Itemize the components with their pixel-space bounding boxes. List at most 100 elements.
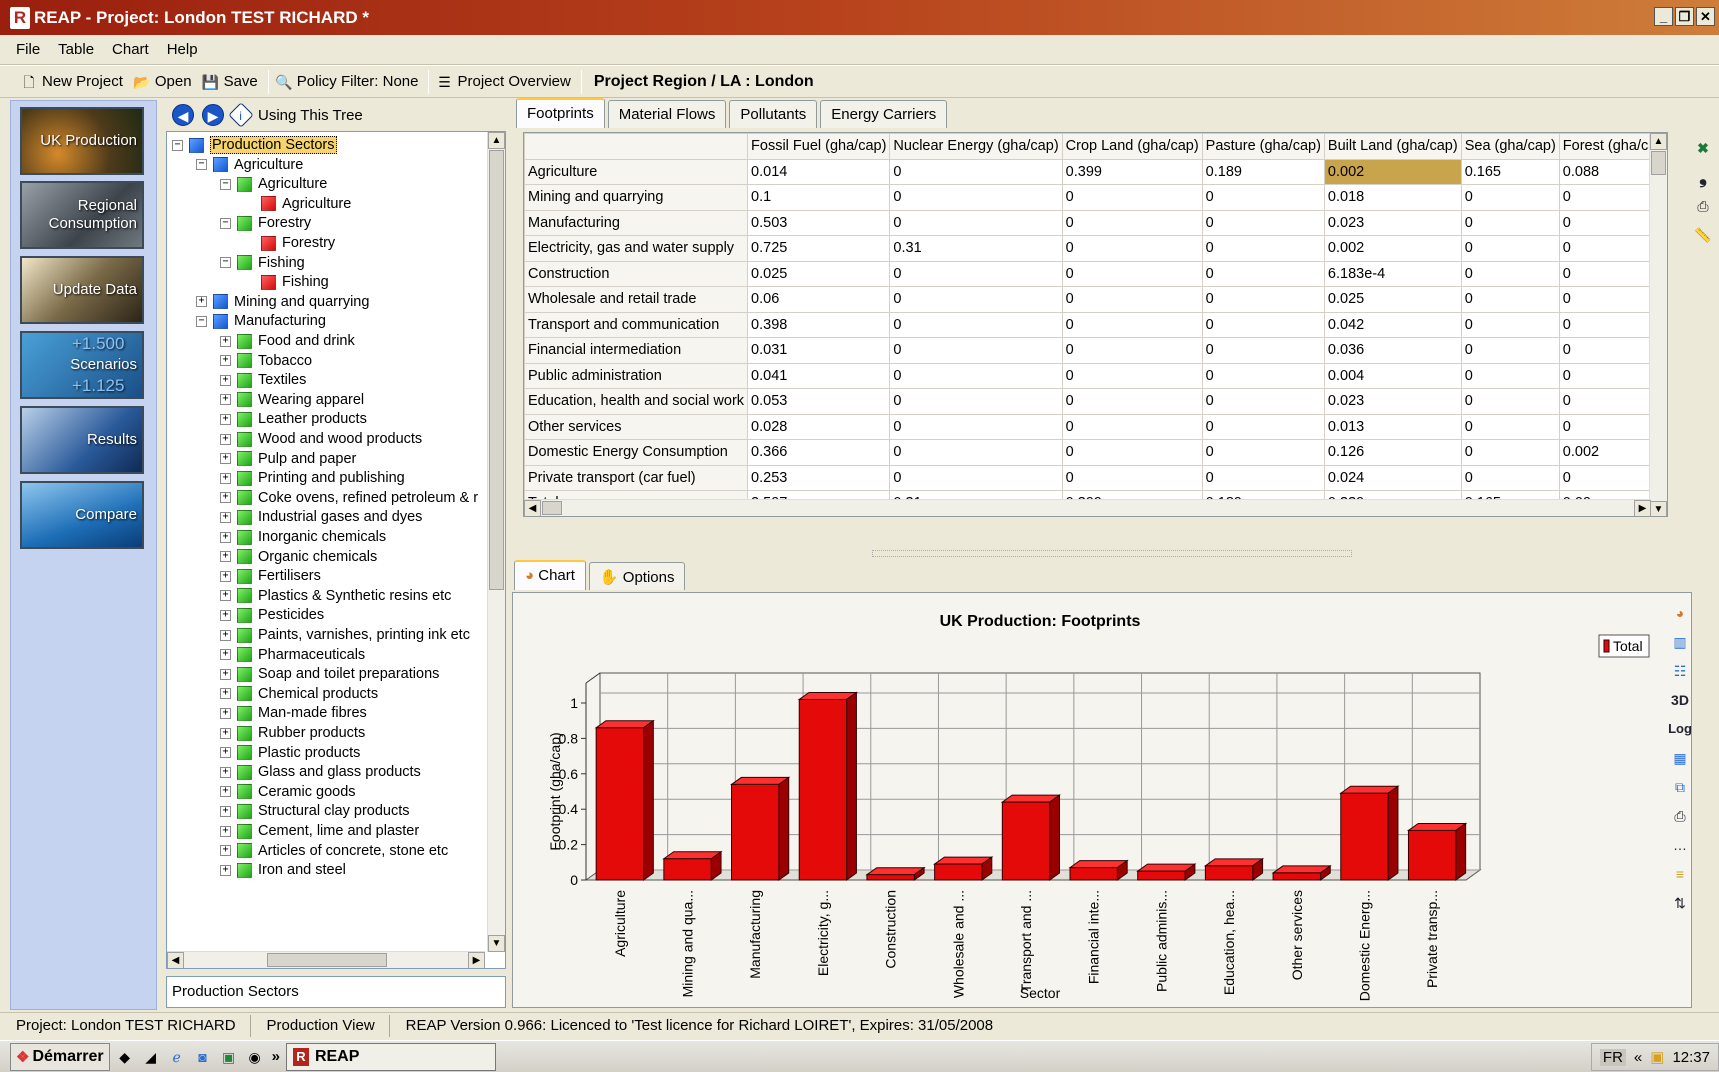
more-icon[interactable]: …	[1667, 832, 1693, 858]
tree-node[interactable]: − Manufacturing	[196, 311, 326, 331]
lines-icon[interactable]: ≡	[1667, 861, 1693, 887]
row-header[interactable]: Manufacturing	[524, 209, 749, 236]
scroll-right-arrow-icon[interactable]: ▶	[1634, 500, 1651, 516]
tree-node[interactable]: + Mining and quarrying	[196, 292, 369, 312]
tree-node[interactable]: + Textiles	[220, 370, 306, 390]
table-cell[interactable]: 0.398	[747, 311, 891, 338]
table-cell[interactable]: 0.053	[747, 388, 891, 415]
expand-icon[interactable]: +	[220, 609, 231, 621]
tree-node[interactable]: + Coke ovens, refined petroleum & r	[220, 488, 478, 508]
tree-vertical-scrollbar[interactable]: ▲ ▼	[487, 132, 505, 952]
tab-options[interactable]: ✋ Options	[588, 562, 686, 590]
table-cell[interactable]: 0.366	[747, 439, 891, 466]
using-this-tree-button[interactable]: Using This Tree	[258, 107, 363, 124]
table-cell[interactable]: 0.041	[747, 362, 891, 389]
table-cell[interactable]: 0.31	[889, 235, 1063, 262]
table-row[interactable]: Public administration 0.041 0 0 0 0.004 0 0	[524, 362, 1667, 389]
tree-node[interactable]: + Organic chemicals	[220, 547, 377, 567]
row-header[interactable]: Wholesale and retail trade	[524, 286, 749, 313]
table-cell[interactable]: 0	[1201, 260, 1325, 287]
table-cell[interactable]: 0	[889, 158, 1063, 185]
tray-app-icon[interactable]: ▣	[1650, 1048, 1664, 1066]
row-header[interactable]: Public administration	[524, 362, 749, 389]
tree-node[interactable]: + Chemical products	[220, 684, 378, 704]
table-cell[interactable]: 0	[889, 311, 1063, 338]
table-row[interactable]: Financial intermediation 0.031 0 0 0 0.036 0 0	[524, 337, 1667, 364]
table-cell[interactable]: 0	[1201, 311, 1325, 338]
table-cell[interactable]: 0	[1061, 286, 1203, 313]
step-icon[interactable]: ⇅	[1667, 890, 1693, 916]
table-cell[interactable]: 0.725	[747, 235, 891, 262]
excel-icon[interactable]: ✖	[1690, 135, 1716, 161]
table-cell[interactable]: 0	[1201, 286, 1325, 313]
print-icon[interactable]: ⎙	[1667, 803, 1693, 829]
quicklaunch-icon[interactable]: ◢	[140, 1046, 162, 1068]
tree-node[interactable]: Forestry	[244, 233, 335, 253]
table-cell[interactable]: 0	[889, 413, 1063, 440]
table-cell[interactable]: 0	[889, 337, 1063, 364]
row-header[interactable]: Construction	[524, 260, 749, 287]
tree-node[interactable]: + Paints, varnishes, printing ink etc	[220, 625, 470, 645]
ie-icon[interactable]: ℯ	[166, 1046, 188, 1068]
row-header[interactable]: Education, health and social work	[524, 388, 749, 415]
tree-node[interactable]: + Iron and steel	[220, 860, 346, 880]
table-cell[interactable]: 0	[1061, 311, 1203, 338]
table-cell[interactable]: 0.399	[1061, 158, 1203, 185]
table-cell[interactable]: 0	[1460, 362, 1560, 389]
table-cell[interactable]: 0	[1460, 439, 1560, 466]
collapse-icon[interactable]: −	[196, 159, 207, 171]
tree-node[interactable]: + Pulp and paper	[220, 449, 356, 469]
table-cell[interactable]: 0	[1201, 362, 1325, 389]
table-cell[interactable]: 0.503	[747, 209, 891, 236]
tab-pollutants[interactable]: Pollutants	[729, 100, 818, 128]
project-overview-button[interactable]: ☰ Project Overview	[435, 73, 571, 91]
tree-node[interactable]: + Wood and wood products	[220, 429, 422, 449]
tree-node[interactable]: + Articles of concrete, stone etc	[220, 841, 448, 861]
column-header[interactable]: Built Land (gha/cap)	[1323, 133, 1462, 160]
panel-splitter[interactable]	[872, 550, 1352, 557]
table-row[interactable]: Transport and communication 0.398 0 0 0 0.042…	[524, 311, 1667, 338]
tree-node[interactable]: + Structural clay products	[220, 801, 410, 821]
table-cell[interactable]: 0.253	[747, 464, 891, 491]
table-cell[interactable]: 0	[1061, 439, 1203, 466]
tree-node[interactable]: + Inorganic chemicals	[220, 527, 386, 547]
grid-hscroll-thumb[interactable]	[542, 501, 562, 515]
table-cell[interactable]: 0	[1201, 184, 1325, 211]
scroll-left-arrow-icon[interactable]: ◀	[524, 500, 541, 516]
tree-node[interactable]: Fishing	[244, 272, 329, 292]
tree-node[interactable]: − Agriculture	[220, 174, 327, 194]
nav-uk-production[interactable]: UK Production	[20, 107, 144, 175]
table-cell[interactable]: 0.025	[747, 260, 891, 287]
table-cell[interactable]: 0	[1201, 464, 1325, 491]
expand-icon[interactable]: +	[220, 374, 231, 386]
expand-icon[interactable]: +	[220, 433, 231, 445]
start-button[interactable]: ❖ Démarrer	[10, 1042, 110, 1071]
expand-icon[interactable]: +	[220, 766, 231, 778]
table-cell[interactable]: 0	[889, 439, 1063, 466]
table-cell[interactable]: 0	[1460, 286, 1560, 313]
collapse-icon[interactable]: −	[220, 257, 231, 269]
grid-vertical-scrollbar[interactable]: ▲ ▼	[1649, 133, 1667, 516]
table-cell[interactable]: 0	[1460, 413, 1560, 440]
scroll-down-arrow-icon[interactable]: ▼	[488, 935, 505, 952]
table-cell[interactable]: 0.06	[747, 286, 891, 313]
tree-node[interactable]: + Wearing apparel	[220, 390, 364, 410]
column-header[interactable]: Sea (gha/cap)	[1460, 133, 1560, 160]
3d-toggle[interactable]: 3D	[1667, 687, 1693, 713]
table-cell[interactable]: 0.018	[1323, 184, 1462, 211]
save-button[interactable]: 💾 Save	[202, 73, 258, 91]
tree-node[interactable]: + Pesticides	[220, 605, 324, 625]
table-cell[interactable]: 6.183e-4	[1323, 260, 1462, 287]
tree-node[interactable]: − Fishing	[220, 253, 305, 273]
print-icon[interactable]: ⎙	[1690, 193, 1716, 219]
title-bar[interactable]: R REAP - Project: London TEST RICHARD * …	[0, 0, 1719, 35]
expand-icon[interactable]: +	[220, 688, 231, 700]
table-cell[interactable]: 0	[1201, 337, 1325, 364]
expand-icon[interactable]: +	[220, 845, 231, 857]
table-cell[interactable]: 0.165	[1460, 158, 1560, 185]
expand-icon[interactable]: +	[220, 727, 231, 739]
column-header[interactable]: Pasture (gha/cap)	[1201, 133, 1325, 160]
table-cell[interactable]: 0	[889, 286, 1063, 313]
scroll-up-arrow-icon[interactable]: ▲	[488, 132, 505, 149]
table-cell[interactable]: 0.028	[747, 413, 891, 440]
